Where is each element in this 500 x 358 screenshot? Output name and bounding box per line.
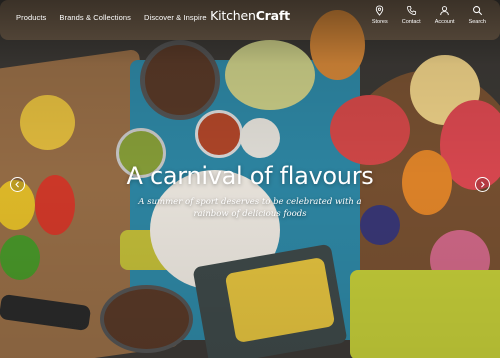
contact-label: Contact: [401, 19, 421, 25]
account-label: Account: [434, 19, 455, 25]
hero-headline: A carnival of flavours: [126, 162, 374, 190]
main-nav: Products Brands & Collections Discover &…: [16, 13, 207, 22]
brand-logo-bold: Craft: [255, 8, 290, 23]
brand-logo[interactable]: KitchenCraft: [210, 8, 290, 23]
utility-nav: Stores Contact Account Search: [372, 5, 486, 25]
account-link[interactable]: Account: [435, 5, 455, 25]
contact-link[interactable]: Contact: [402, 5, 421, 25]
search-icon: [472, 6, 482, 16]
nav-brands-collections[interactable]: Brands & Collections: [59, 13, 131, 22]
header-bar: Products Brands & Collections Discover &…: [0, 0, 500, 34]
hero-subline-line-1: A summer of sport deserves to be celebra…: [138, 197, 362, 207]
user-icon: [440, 6, 449, 16]
hero-subline: A summer of sport deserves to be celebra…: [0, 196, 500, 220]
chevron-left-icon: [15, 181, 19, 188]
phone-icon: [406, 5, 416, 15]
chevron-right-icon: [481, 181, 485, 188]
stores-label: Stores: [371, 19, 388, 25]
map-pin-icon: [376, 5, 384, 16]
brand-logo-light: Kitchen: [210, 8, 256, 23]
hero-banner: Products Brands & Collections Discover &…: [0, 0, 500, 358]
nav-discover-inspire[interactable]: Discover & Inspire: [144, 13, 207, 22]
search-label: Search: [468, 19, 486, 25]
nav-products[interactable]: Products: [16, 13, 46, 22]
carousel-next-button[interactable]: [475, 177, 490, 192]
hero-subline-line-2: rainbow of delicious foods: [193, 209, 307, 219]
carousel-prev-button[interactable]: [10, 177, 25, 192]
search-link[interactable]: Search: [469, 5, 486, 25]
stores-link[interactable]: Stores: [372, 5, 388, 25]
